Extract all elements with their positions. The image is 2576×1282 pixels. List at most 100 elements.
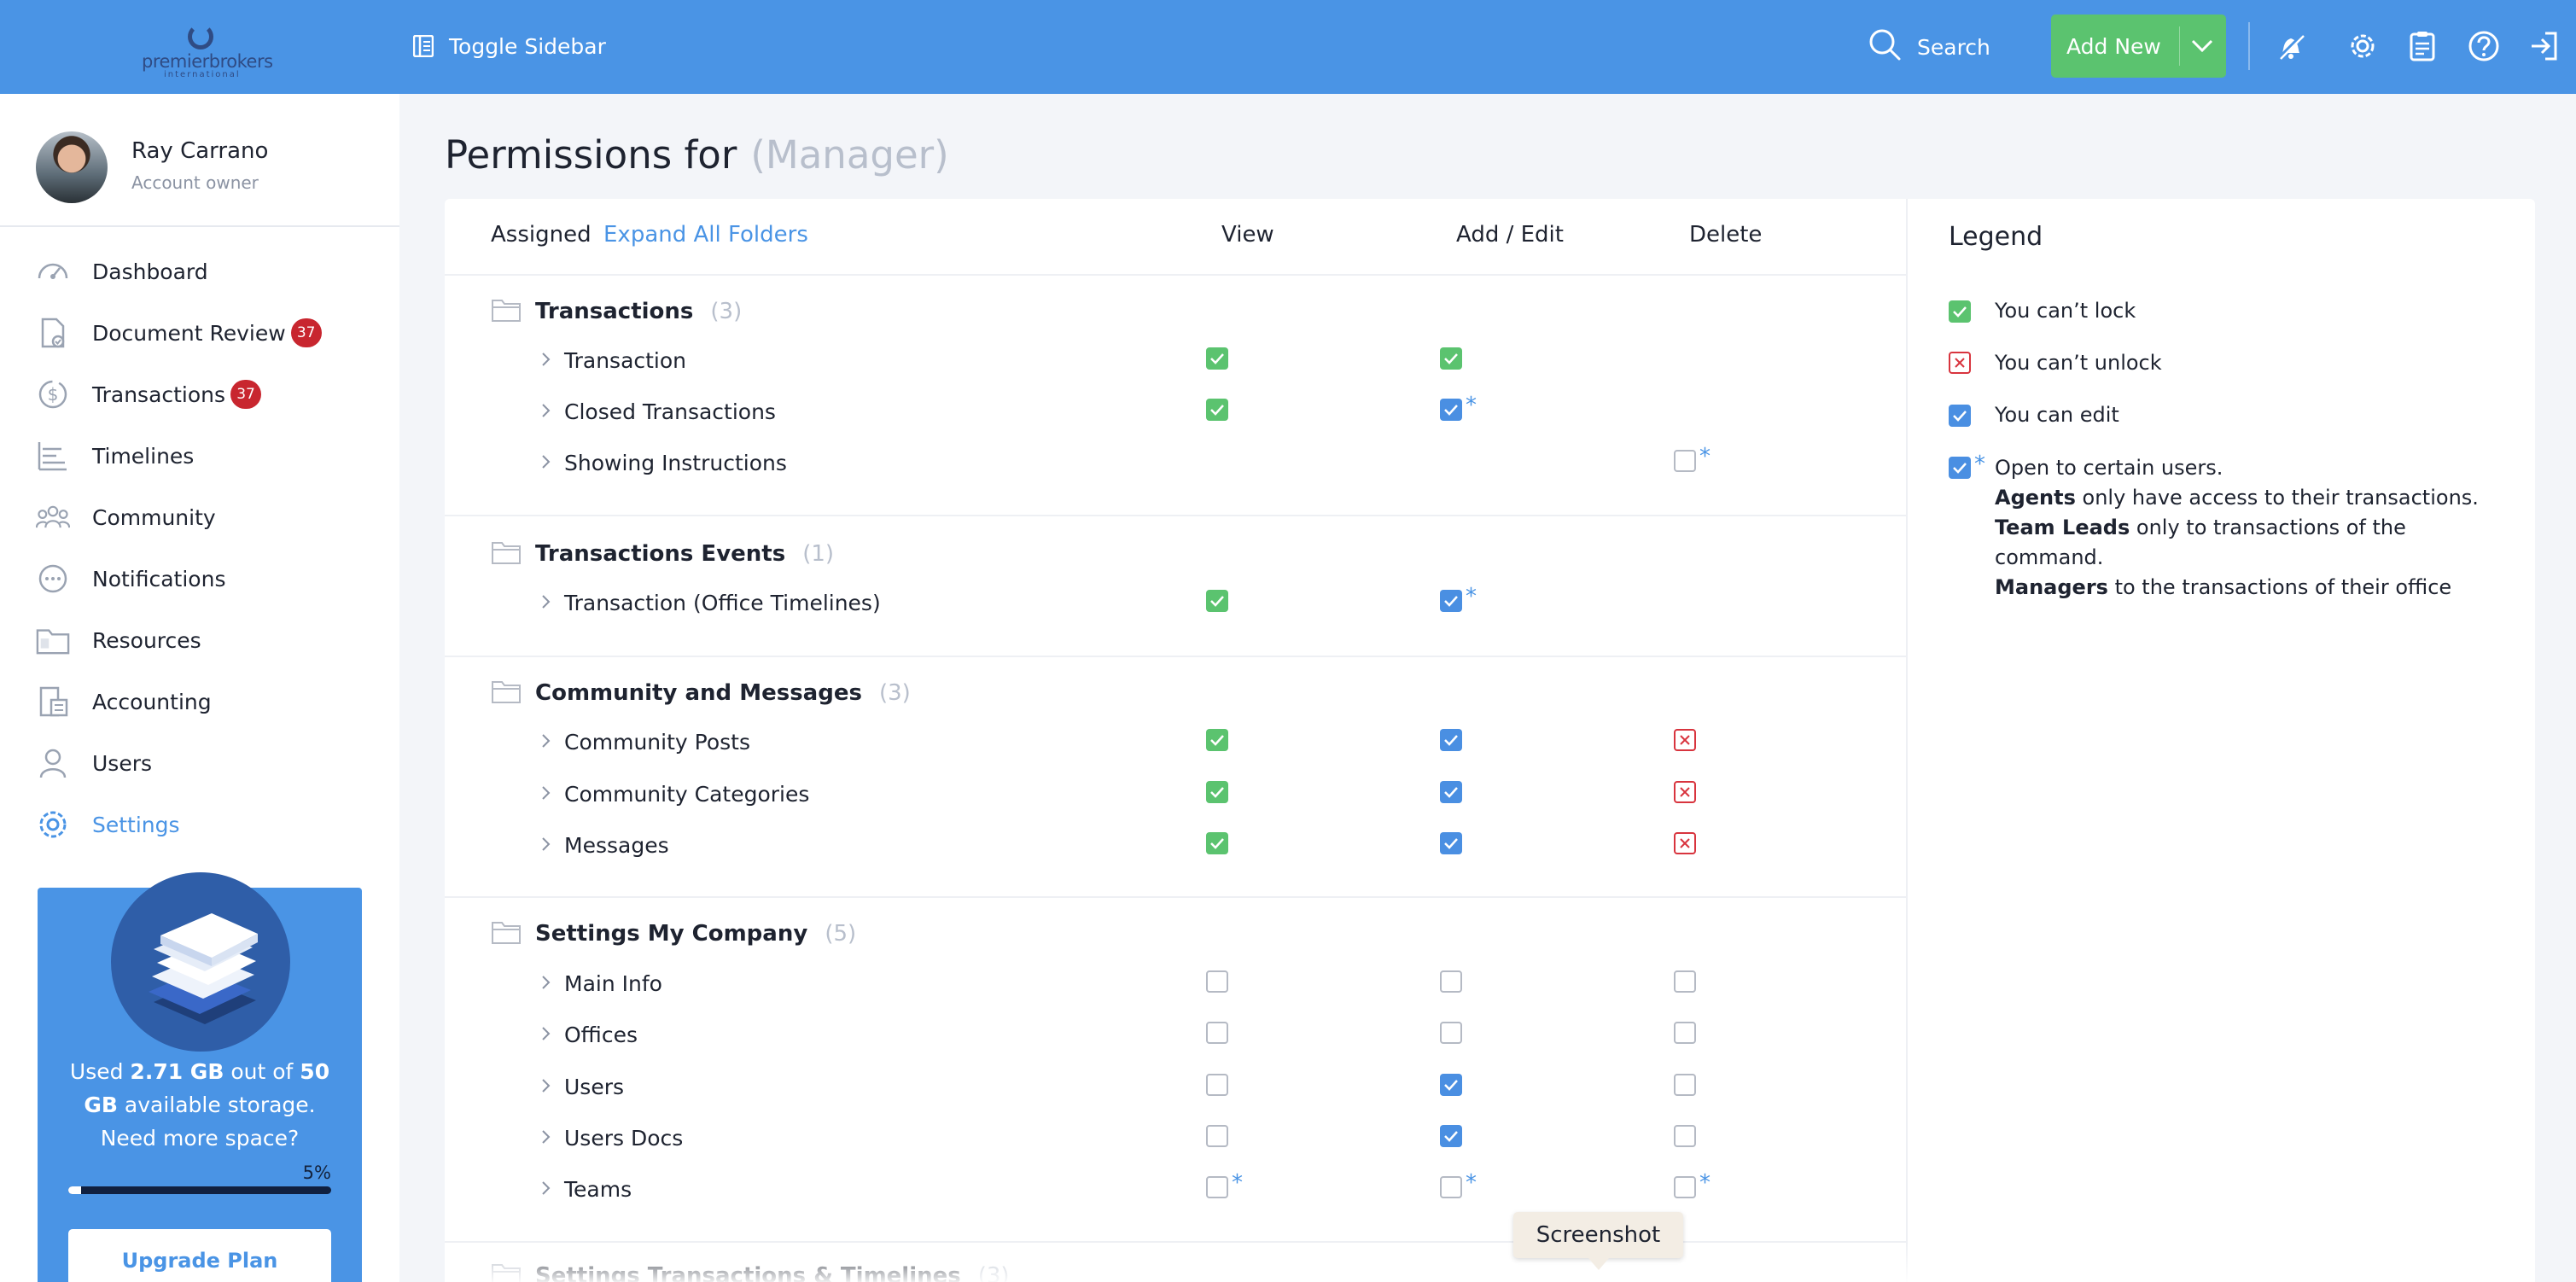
delete-permission-checkbox[interactable] bbox=[1674, 1022, 1696, 1044]
view-permission-checkbox[interactable] bbox=[1206, 729, 1228, 751]
view-permission-checkbox[interactable] bbox=[1206, 1125, 1228, 1147]
chevron-right-icon[interactable] bbox=[540, 1077, 551, 1098]
permission-row[interactable]: Community Categories bbox=[540, 782, 809, 807]
sidebar-item-dashboard[interactable]: Dashboard bbox=[36, 253, 377, 290]
chevron-right-icon[interactable] bbox=[540, 402, 551, 422]
community-icon bbox=[36, 500, 70, 534]
view-permission-checkbox[interactable] bbox=[1206, 970, 1228, 993]
view-permission-checkbox[interactable] bbox=[1206, 1176, 1228, 1198]
logo-subtext: international bbox=[164, 70, 241, 79]
permission-row[interactable]: Main Info bbox=[540, 971, 662, 996]
folder-1[interactable]: Transactions (3) bbox=[491, 297, 742, 326]
chevron-right-icon[interactable] bbox=[540, 732, 551, 753]
view-permission-checkbox[interactable] bbox=[1206, 399, 1228, 421]
permission-row[interactable]: Closed Transactions bbox=[540, 399, 776, 424]
view-permission-checkbox[interactable] bbox=[1206, 347, 1228, 370]
permission-row[interactable]: Messages bbox=[540, 833, 669, 858]
avatar[interactable] bbox=[36, 131, 108, 203]
sidebar-item-accounting[interactable]: Accounting bbox=[36, 683, 377, 720]
permission-row-label: Teams bbox=[564, 1177, 632, 1202]
expand-all-folders-link[interactable]: Expand All Folders bbox=[603, 222, 808, 248]
sidebar-item-resources[interactable]: Resources bbox=[36, 621, 377, 659]
view-permission-checkbox[interactable] bbox=[1206, 1022, 1228, 1044]
permission-row[interactable]: Users bbox=[540, 1075, 624, 1099]
chevron-right-icon[interactable] bbox=[540, 836, 551, 856]
view-permission-checkbox[interactable] bbox=[1206, 832, 1228, 854]
chevron-down-icon[interactable] bbox=[2191, 37, 2213, 54]
delete-permission-checkbox[interactable] bbox=[1674, 781, 1696, 803]
permission-row[interactable]: Transaction bbox=[540, 348, 686, 373]
upgrade-plan-button[interactable]: Upgrade Plan bbox=[68, 1229, 331, 1282]
delete-permission-checkbox[interactable] bbox=[1674, 729, 1696, 751]
toggle-sidebar-button[interactable]: Toggle Sidebar bbox=[412, 31, 606, 61]
folder-3[interactable]: Community and Messages (3) bbox=[491, 679, 911, 708]
chevron-right-icon[interactable] bbox=[540, 453, 551, 474]
sidebar-item-timelines[interactable]: Timelines bbox=[36, 437, 377, 475]
delete-permission-checkbox[interactable] bbox=[1674, 970, 1696, 993]
edit-permission-checkbox[interactable] bbox=[1440, 1125, 1462, 1147]
delete-permission-checkbox[interactable] bbox=[1674, 832, 1696, 854]
edit-permission-checkbox[interactable] bbox=[1440, 832, 1462, 854]
edit-permission-checkbox[interactable] bbox=[1440, 347, 1462, 370]
folder-2[interactable]: Transactions Events (1) bbox=[491, 539, 834, 568]
legend-blue-checkbox bbox=[1949, 405, 1971, 427]
sidebar-item-transactions[interactable]: $ Transactions 37 bbox=[36, 376, 377, 413]
company-logo[interactable]: premierbrokers international bbox=[138, 19, 273, 79]
chevron-right-icon[interactable] bbox=[540, 1128, 551, 1149]
view-permission-checkbox[interactable] bbox=[1206, 781, 1228, 803]
chevron-right-icon[interactable] bbox=[540, 351, 551, 371]
gear-icon[interactable] bbox=[2346, 29, 2380, 63]
folder-4[interactable]: Settings My Company (5) bbox=[491, 919, 856, 948]
sidebar-item-settings[interactable]: Settings bbox=[36, 806, 377, 843]
add-new-button[interactable]: Add New bbox=[2051, 15, 2226, 78]
sidebar-item-document-review[interactable]: Document Review 37 bbox=[36, 314, 377, 352]
legend-panel: Legend You can’t lock You can’t unlock Y… bbox=[1909, 199, 2535, 1282]
delete-permission-checkbox[interactable] bbox=[1674, 1074, 1696, 1096]
delete-permission-checkbox[interactable] bbox=[1674, 1176, 1696, 1198]
section-divider bbox=[445, 515, 1908, 516]
edit-permission-checkbox[interactable] bbox=[1440, 399, 1462, 421]
edit-permission-checkbox[interactable] bbox=[1440, 1074, 1462, 1096]
bell-off-icon[interactable] bbox=[2274, 29, 2308, 63]
search-button[interactable]: Search bbox=[1868, 27, 1990, 67]
chevron-right-icon[interactable] bbox=[540, 1025, 551, 1046]
view-permission-checkbox[interactable] bbox=[1206, 1074, 1228, 1096]
edit-permission-checkbox[interactable] bbox=[1440, 1176, 1462, 1198]
permission-row[interactable]: Community Posts bbox=[540, 730, 750, 755]
permission-row[interactable]: Users Docs bbox=[540, 1126, 683, 1151]
chevron-right-icon[interactable] bbox=[540, 593, 551, 614]
edit-permission-checkbox[interactable] bbox=[1440, 1022, 1462, 1044]
permissions-table: Assigned Expand All Folders View Add / E… bbox=[445, 199, 1908, 1282]
sidebar-item-notifications[interactable]: Notifications bbox=[36, 560, 377, 597]
folder-name: Transactions Events bbox=[535, 541, 786, 567]
count-badge: 37 bbox=[230, 380, 262, 409]
assigned-label: Assigned bbox=[491, 222, 592, 248]
folder-icon bbox=[491, 919, 522, 948]
restricted-asterisk: * bbox=[1699, 1170, 1711, 1196]
screenshot-tooltip: Screenshot bbox=[1513, 1212, 1683, 1270]
permission-row[interactable]: Teams bbox=[540, 1177, 632, 1202]
logo-mark bbox=[188, 24, 213, 50]
sidebar-item-label: Timelines bbox=[92, 443, 195, 469]
chevron-right-icon[interactable] bbox=[540, 784, 551, 805]
logout-icon[interactable] bbox=[2526, 29, 2561, 63]
permission-row[interactable]: Transaction (Office Timelines) bbox=[540, 591, 881, 615]
sidebar-item-community[interactable]: Community bbox=[36, 498, 377, 536]
restricted-asterisk: * bbox=[1466, 584, 1477, 609]
delete-permission-checkbox[interactable] bbox=[1674, 1125, 1696, 1147]
sidebar-item-users[interactable]: Users bbox=[36, 744, 377, 782]
help-icon[interactable] bbox=[2467, 29, 2501, 63]
edit-permission-checkbox[interactable] bbox=[1440, 590, 1462, 612]
edit-permission-checkbox[interactable] bbox=[1440, 729, 1462, 751]
delete-permission-checkbox[interactable] bbox=[1674, 450, 1696, 472]
edit-permission-checkbox[interactable] bbox=[1440, 781, 1462, 803]
chevron-right-icon[interactable] bbox=[540, 974, 551, 994]
chevron-right-icon[interactable] bbox=[540, 1180, 551, 1200]
permission-row[interactable]: Showing Instructions bbox=[540, 451, 787, 475]
permission-row-label: Transaction bbox=[564, 348, 687, 373]
edit-permission-checkbox[interactable] bbox=[1440, 970, 1462, 993]
view-permission-checkbox[interactable] bbox=[1206, 590, 1228, 612]
permission-row[interactable]: Offices bbox=[540, 1023, 638, 1047]
clipboard-icon[interactable] bbox=[2405, 29, 2439, 63]
legend-asterisk: * bbox=[1974, 452, 1985, 477]
